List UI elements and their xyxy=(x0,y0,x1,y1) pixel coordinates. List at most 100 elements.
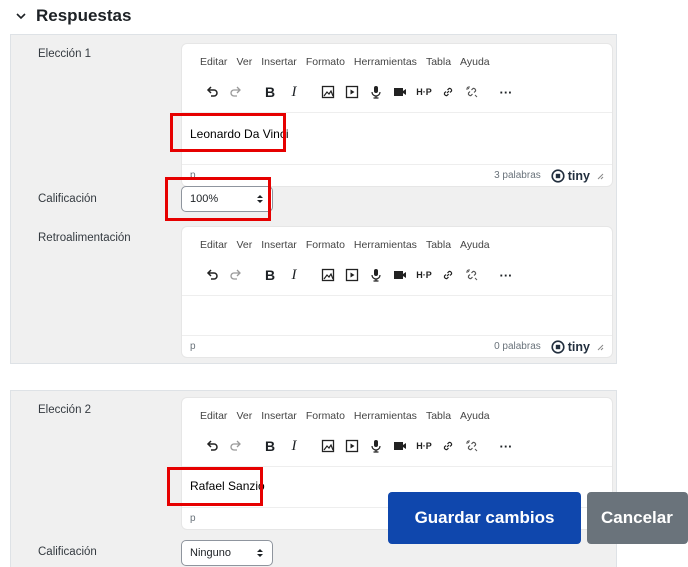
menu-formato[interactable]: Formato xyxy=(306,239,345,251)
answer-label: Elección 2 xyxy=(38,404,92,416)
media-icon[interactable] xyxy=(340,82,364,102)
link-icon[interactable] xyxy=(436,265,460,285)
answer-label: Elección 1 xyxy=(38,48,92,60)
unlink-icon[interactable] xyxy=(460,265,484,285)
menu-herramientas[interactable]: Herramientas xyxy=(354,56,417,68)
editor-menubar: Editar Ver Insertar Formato Herramientas… xyxy=(200,239,490,251)
tiny-brand: tiny xyxy=(567,339,590,354)
h5p-icon[interactable]: H·P xyxy=(412,265,436,285)
italic-icon[interactable]: I xyxy=(282,265,306,285)
section-title: Respuestas xyxy=(36,6,132,25)
element-path: p xyxy=(190,341,196,352)
menu-editar[interactable]: Editar xyxy=(200,239,227,251)
video-camera-icon[interactable] xyxy=(388,436,412,456)
microphone-icon[interactable] xyxy=(364,265,388,285)
h5p-icon[interactable]: H·P xyxy=(412,436,436,456)
save-changes-button[interactable]: Guardar cambios xyxy=(388,492,581,544)
menu-insertar[interactable]: Insertar xyxy=(261,56,297,68)
feedback-label: Retroalimentación xyxy=(38,232,131,244)
tiny-logo: tiny xyxy=(551,169,590,183)
word-count: 3 palabras xyxy=(494,170,541,181)
menu-editar[interactable]: Editar xyxy=(200,56,227,68)
menu-ayuda[interactable]: Ayuda xyxy=(460,410,490,422)
editor-statusbar: p 3 palabras tiny xyxy=(182,164,612,186)
answer-panel-1: Elección 1 Editar Ver Insertar Formato H… xyxy=(10,34,617,364)
menu-tabla[interactable]: Tabla xyxy=(426,239,451,251)
video-camera-icon[interactable] xyxy=(388,265,412,285)
tiny-icon xyxy=(551,168,565,183)
unlink-icon[interactable] xyxy=(460,436,484,456)
word-count: 0 palabras xyxy=(494,341,541,352)
microphone-icon[interactable] xyxy=(364,82,388,102)
italic-icon[interactable]: I xyxy=(282,436,306,456)
menu-ver[interactable]: Ver xyxy=(236,410,252,422)
bold-icon[interactable]: B xyxy=(258,436,282,456)
grade-select-value: 100% xyxy=(190,193,219,205)
menu-ayuda[interactable]: Ayuda xyxy=(460,239,490,251)
undo-icon[interactable] xyxy=(200,265,224,285)
editor-menubar: Editar Ver Insertar Formato Herramientas… xyxy=(200,410,490,422)
element-path: p xyxy=(190,170,196,181)
menu-formato[interactable]: Formato xyxy=(306,56,345,68)
redo-icon[interactable] xyxy=(224,265,248,285)
editor-toolbar: B I H·P ··· xyxy=(200,436,518,456)
editor-menubar: Editar Ver Insertar Formato Herramientas… xyxy=(200,56,490,68)
redo-icon[interactable] xyxy=(224,82,248,102)
italic-icon[interactable]: I xyxy=(282,82,306,102)
menu-herramientas[interactable]: Herramientas xyxy=(354,239,417,251)
editor-statusbar: p 0 palabras tiny xyxy=(182,335,612,357)
answer-text: Rafael Sanzio xyxy=(190,479,265,493)
image-icon[interactable] xyxy=(316,82,340,102)
redo-icon[interactable] xyxy=(224,436,248,456)
answer-text: Leonardo Da Vinci xyxy=(190,127,289,141)
more-icon[interactable]: ··· xyxy=(494,265,518,285)
menu-editar[interactable]: Editar xyxy=(200,410,227,422)
menu-insertar[interactable]: Insertar xyxy=(261,239,297,251)
image-icon[interactable] xyxy=(316,265,340,285)
microphone-icon[interactable] xyxy=(364,436,388,456)
chevron-down-icon xyxy=(16,13,26,20)
h5p-icon[interactable]: H·P xyxy=(412,82,436,102)
cancel-button[interactable]: Cancelar xyxy=(587,492,688,544)
tiny-logo: tiny xyxy=(551,340,590,354)
resize-handle-icon[interactable] xyxy=(596,343,604,351)
bold-icon[interactable]: B xyxy=(258,265,282,285)
link-icon[interactable] xyxy=(436,436,460,456)
menu-insertar[interactable]: Insertar xyxy=(261,410,297,422)
answer-editor[interactable]: Editar Ver Insertar Formato Herramientas… xyxy=(181,43,613,187)
bold-icon[interactable]: B xyxy=(258,82,282,102)
video-camera-icon[interactable] xyxy=(388,82,412,102)
feedback-editor[interactable]: Editar Ver Insertar Formato Herramientas… xyxy=(181,226,613,358)
grade-select[interactable]: Ninguno xyxy=(181,540,273,566)
grade-select[interactable]: 100% xyxy=(181,186,273,212)
menu-ayuda[interactable]: Ayuda xyxy=(460,56,490,68)
undo-icon[interactable] xyxy=(200,436,224,456)
grade-label: Calificación xyxy=(38,546,97,558)
more-icon[interactable]: ··· xyxy=(494,82,518,102)
media-icon[interactable] xyxy=(340,436,364,456)
select-arrows-icon xyxy=(257,195,263,203)
more-icon[interactable]: ··· xyxy=(494,436,518,456)
menu-ver[interactable]: Ver xyxy=(236,56,252,68)
unlink-icon[interactable] xyxy=(460,82,484,102)
resize-handle-icon[interactable] xyxy=(596,172,604,180)
menu-formato[interactable]: Formato xyxy=(306,410,345,422)
section-header-respuestas[interactable]: Respuestas xyxy=(14,5,131,27)
undo-icon[interactable] xyxy=(200,82,224,102)
grade-label: Calificación xyxy=(38,193,97,205)
menu-tabla[interactable]: Tabla xyxy=(426,410,451,422)
grade-select-value: Ninguno xyxy=(190,547,231,559)
tiny-brand: tiny xyxy=(567,168,590,183)
tiny-icon xyxy=(551,339,565,354)
image-icon[interactable] xyxy=(316,436,340,456)
media-icon[interactable] xyxy=(340,265,364,285)
editor-content[interactable] xyxy=(182,296,612,336)
menu-herramientas[interactable]: Herramientas xyxy=(354,410,417,422)
link-icon[interactable] xyxy=(436,82,460,102)
editor-toolbar: B I H·P ··· xyxy=(200,265,518,285)
editor-toolbar: B I H·P ··· xyxy=(200,82,518,102)
menu-ver[interactable]: Ver xyxy=(236,239,252,251)
editor-content[interactable]: Leonardo Da Vinci xyxy=(182,113,612,163)
select-arrows-icon xyxy=(257,549,263,557)
menu-tabla[interactable]: Tabla xyxy=(426,56,451,68)
